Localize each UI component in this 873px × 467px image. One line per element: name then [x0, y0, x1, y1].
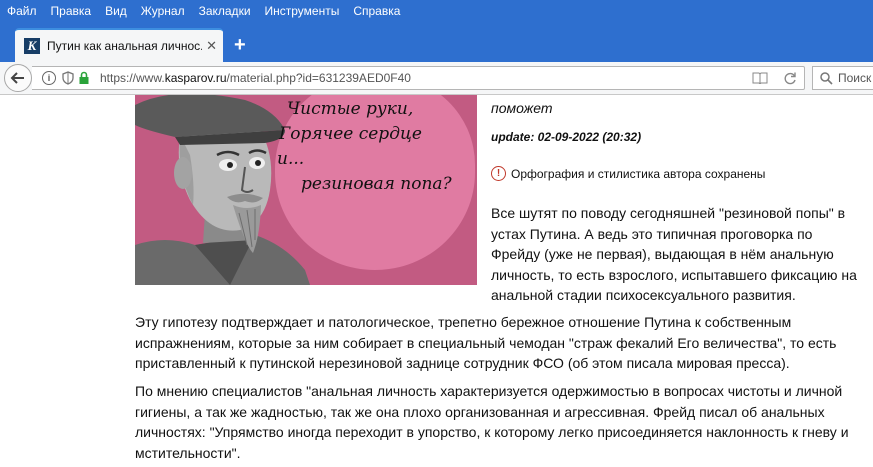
navigation-bar: i https://www.kasparov.ru/material.php?i… — [0, 62, 873, 95]
browser-tab[interactable]: K Путин как анальная личнос... ✕ — [15, 28, 223, 62]
article-illustration: Чистые руки, Горячее сердце и... резинов… — [135, 95, 477, 285]
search-placeholder: Поиск — [838, 71, 872, 85]
update-timestamp: update: 02-09-2022 (20:32) — [491, 130, 642, 144]
warning-icon: ! — [491, 166, 506, 181]
notice-text: Орфография и стилистика автора сохранены — [511, 166, 766, 181]
new-tab-plus-icon[interactable]: + — [234, 34, 246, 57]
paragraph-2: Эту гипотезу подтверждает и патологическ… — [135, 314, 837, 371]
reader-view-icon[interactable] — [752, 70, 768, 86]
page-content: Чистые руки, Горячее сердце и... резинов… — [0, 95, 873, 467]
site-favicon-icon: K — [24, 38, 40, 54]
menu-edit[interactable]: Правка — [44, 4, 99, 18]
illustration-caption: Чистые руки, Горячее сердце и... резинов… — [277, 99, 452, 194]
tab-title: Путин как анальная личнос... — [47, 39, 203, 53]
author-notice: ! Орфография и стилистика автора сохране… — [491, 166, 765, 181]
close-tab-icon[interactable]: ✕ — [206, 38, 217, 54]
lock-icon[interactable] — [76, 70, 92, 86]
menu-view[interactable]: Вид — [98, 4, 134, 18]
url-text: https://www.kasparov.ru/material.php?id=… — [100, 71, 411, 85]
shield-icon[interactable] — [60, 70, 76, 86]
search-icon — [818, 70, 834, 86]
search-box[interactable]: Поиск — [812, 66, 873, 90]
paragraph-1: Все шутят по поводу сегодняшней "резинов… — [491, 205, 857, 303]
menu-bookmarks[interactable]: Закладки — [192, 4, 258, 18]
article-title-tail: поможет — [491, 100, 553, 116]
menu-history[interactable]: Журнал — [134, 4, 192, 18]
paragraph-3: По мнению специалистов "анальная личност… — [135, 383, 849, 461]
back-arrow-icon[interactable] — [4, 64, 32, 92]
address-bar[interactable]: i https://www.kasparov.ru/material.php?i… — [32, 66, 805, 90]
tab-strip: K Путин как анальная личнос... ✕ + — [0, 22, 873, 62]
info-icon[interactable]: i — [42, 71, 56, 85]
menu-bar: Файл Правка Вид Журнал Закладки Инструме… — [0, 0, 873, 22]
menu-help[interactable]: Справка — [346, 4, 407, 18]
reload-icon[interactable] — [782, 70, 798, 86]
menu-tools[interactable]: Инструменты — [258, 4, 347, 18]
menu-file[interactable]: Файл — [0, 4, 44, 18]
